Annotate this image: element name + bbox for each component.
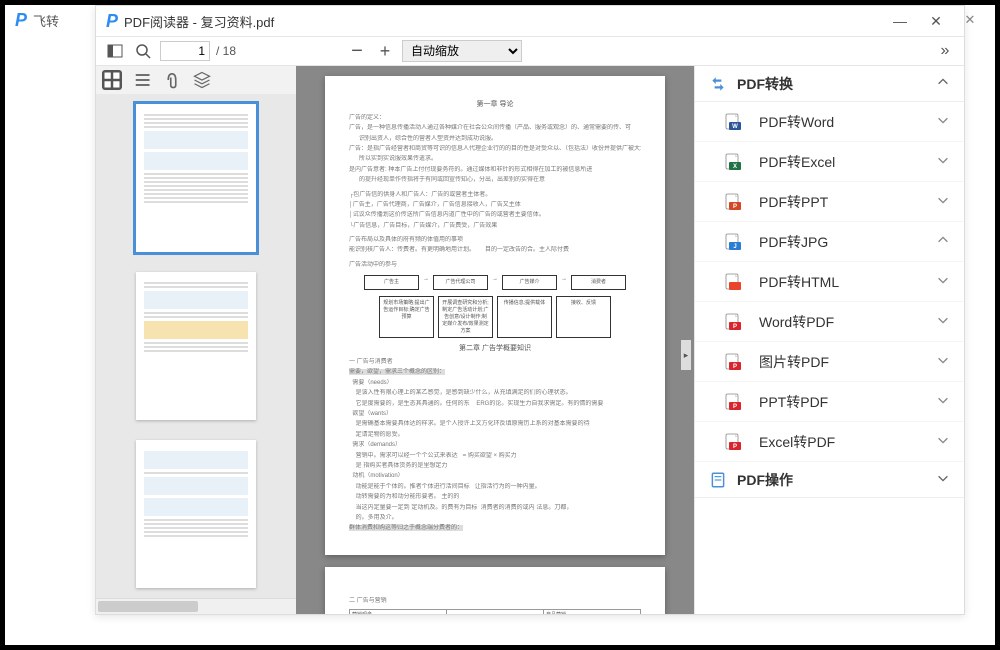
thumbs-toolbar	[96, 66, 296, 94]
convert-item-label: PPT转PDF	[759, 392, 828, 412]
chevron-down-icon	[936, 471, 950, 488]
view-grid-button[interactable]	[102, 70, 122, 90]
thumbnail-page-2[interactable]	[136, 272, 256, 420]
expand-sidebar-handle[interactable]: ▸	[681, 340, 691, 370]
pdf-reader-window: P PDF阅读器 - 复习资料.pdf — ✕ / 18 − + 自动缩放 »	[95, 5, 965, 615]
chevron-down-icon	[936, 153, 950, 170]
chevron-up-icon	[936, 233, 950, 250]
convert-item-label: PDF转Word	[759, 112, 834, 132]
zoom-select[interactable]: 自动缩放	[402, 40, 522, 62]
convert-item-6[interactable]: P 图片转PDF	[695, 342, 964, 382]
thumbnails-list[interactable]	[96, 94, 296, 598]
operate-icon	[709, 471, 727, 489]
convert-item-1[interactable]: X PDF转Excel	[695, 142, 964, 182]
thumbnail-page-3[interactable]	[136, 440, 256, 588]
window-minimize-button[interactable]: —	[882, 13, 918, 29]
chevron-down-icon	[936, 273, 950, 290]
main-toolbar: / 18 − + 自动缩放 »	[96, 36, 964, 66]
window-titlebar: P PDF阅读器 - 复习资料.pdf — ✕	[96, 6, 964, 36]
view-attachments-button[interactable]	[162, 70, 182, 90]
filetype-icon: P	[723, 312, 743, 332]
convert-item-label: PDF转JPG	[759, 232, 828, 252]
filetype-icon: X	[723, 152, 743, 172]
window-close-button[interactable]: ✕	[918, 13, 954, 30]
chevron-down-icon	[936, 113, 950, 130]
chevron-down-icon	[936, 433, 950, 450]
svg-text:P: P	[733, 204, 737, 210]
chevron-down-icon	[936, 313, 950, 330]
convert-item-7[interactable]: P PPT转PDF	[695, 382, 964, 422]
svg-text:P: P	[733, 364, 737, 370]
thumbnails-panel	[96, 66, 296, 614]
svg-text:P: P	[733, 324, 737, 330]
bg-title: 飞转	[33, 11, 59, 30]
convert-item-label: Word转PDF	[759, 312, 834, 332]
search-button[interactable]	[132, 40, 154, 62]
chevron-up-icon	[936, 75, 950, 92]
filetype-icon: P	[723, 352, 743, 372]
page-2: 二 广告与营销 营销观念产品营销 营销观念基础范畴基础范畴	[325, 567, 665, 614]
convert-item-label: PDF转Excel	[759, 152, 835, 172]
svg-text:W: W	[732, 124, 738, 130]
convert-item-label: PDF转HTML	[759, 272, 839, 292]
convert-item-3[interactable]: J PDF转JPG	[695, 222, 964, 262]
thumbnail-page-1[interactable]	[136, 104, 256, 252]
conversion-sidebar: PDF转换 W PDF转Word X PDF转Excel P PDF转PPT J PDF转JP…	[694, 66, 964, 614]
convert-item-5[interactable]: P Word转PDF	[695, 302, 964, 342]
convert-item-label: PDF转PPT	[759, 192, 828, 212]
filetype-icon: W	[723, 112, 743, 132]
convert-item-8[interactable]: P Excel转PDF	[695, 422, 964, 462]
convert-item-label: Excel转PDF	[759, 432, 835, 452]
svg-text:P: P	[733, 444, 737, 450]
sidebar-toggle-button[interactable]	[104, 40, 126, 62]
filetype-icon: P	[723, 192, 743, 212]
section-pdf-operate[interactable]: PDF操作	[695, 462, 964, 498]
convert-item-2[interactable]: P PDF转PPT	[695, 182, 964, 222]
filetype-icon: P	[723, 432, 743, 452]
svg-text:X: X	[733, 164, 737, 170]
convert-item-4[interactable]: PDF转HTML	[695, 262, 964, 302]
thumbs-scrollbar[interactable]	[96, 598, 296, 614]
reader-logo-icon: P	[106, 11, 118, 32]
svg-text:J: J	[733, 244, 736, 250]
app-logo-icon: P	[15, 10, 27, 31]
filetype-icon: P	[723, 392, 743, 412]
convert-icon	[709, 75, 727, 93]
view-outline-button[interactable]	[132, 70, 152, 90]
page-number-input[interactable]	[160, 41, 210, 61]
page-total-label: / 18	[216, 44, 236, 58]
window-title: PDF阅读器 - 复习资料.pdf	[124, 12, 274, 31]
zoom-in-button[interactable]: +	[374, 40, 396, 62]
zoom-out-button[interactable]: −	[346, 40, 368, 62]
more-tools-button[interactable]: »	[934, 40, 956, 62]
convert-item-0[interactable]: W PDF转Word	[695, 102, 964, 142]
filetype-icon	[723, 272, 743, 292]
convert-item-label: 图片转PDF	[759, 352, 829, 372]
page-1: 第一章 导论 广告的定义： 广告，是一种信息传播活动人通过各种媒介在社会公众间传…	[325, 76, 665, 555]
chevron-down-icon	[936, 193, 950, 210]
filetype-icon: J	[723, 232, 743, 252]
section-pdf-convert[interactable]: PDF转换	[695, 66, 964, 102]
chevron-down-icon	[936, 353, 950, 370]
chevron-down-icon	[936, 393, 950, 410]
page-viewer[interactable]: 第一章 导论 广告的定义： 广告，是一种信息传播活动人通过各种媒介在社会公众间传…	[296, 66, 694, 614]
view-layers-button[interactable]	[192, 70, 212, 90]
svg-text:P: P	[733, 404, 737, 410]
